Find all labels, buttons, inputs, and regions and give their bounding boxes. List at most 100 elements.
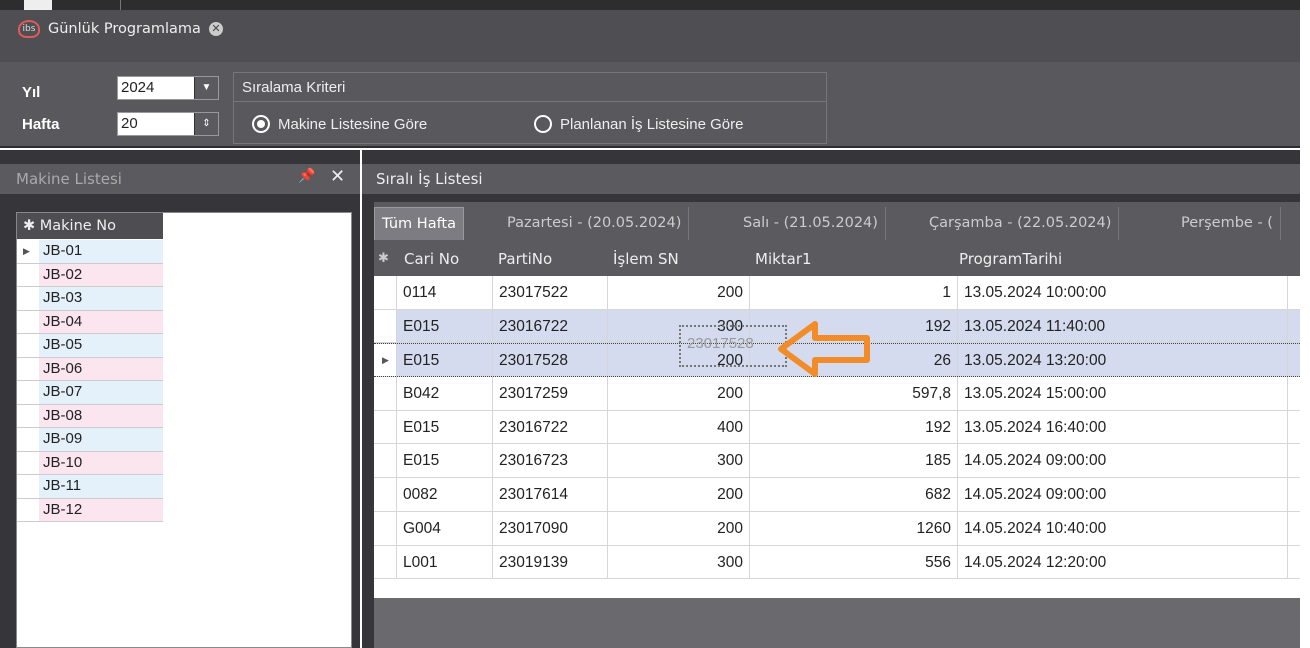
cell-parti[interactable]: 23016722 (492, 309, 607, 343)
machine-row[interactable]: JB-08 (17, 404, 163, 428)
table-row[interactable]: E015 23016722 400 192 13.05.2024 16:40:00 (374, 410, 1300, 445)
cell-cari[interactable]: 0082 (396, 478, 492, 511)
table-row[interactable]: G004 23017090 200 1260 14.05.2024 10:40:00 (374, 511, 1300, 546)
machine-no-cell[interactable]: JB-10 (39, 451, 163, 474)
cell-cari[interactable]: E015 (396, 309, 492, 343)
cell-islem[interactable]: 200 (607, 511, 749, 545)
tab-monday[interactable]: Pazartesi - (20.05.2024) (500, 207, 690, 240)
machine-no-cell[interactable]: JB-07 (39, 381, 163, 404)
cell-parti[interactable]: 23019139 (492, 545, 607, 579)
cell-miktar[interactable]: 1 (749, 276, 957, 309)
machine-row[interactable]: JB-04 (17, 310, 163, 334)
cell-miktar[interactable]: 1260 (749, 511, 957, 545)
close-icon[interactable]: ✕ (208, 22, 223, 36)
cell-cari[interactable]: G004 (396, 511, 492, 545)
cell-islem[interactable]: 200 (607, 276, 749, 309)
week-spinner[interactable]: 20 ⇕ (117, 112, 219, 136)
cell-parti[interactable]: 23017259 (492, 377, 607, 410)
col-parti-no[interactable]: PartiNo (498, 250, 552, 268)
table-row[interactable]: 0082 23017614 200 682 14.05.2024 09:00:00 (374, 478, 1300, 512)
machine-no-cell[interactable]: JB-03 (39, 287, 163, 310)
radio-planned-jobs[interactable]: Planlanan İş Listesine Göre (534, 115, 743, 133)
cell-cari[interactable]: E015 (396, 344, 492, 377)
cell-islem[interactable]: 200 (607, 377, 749, 410)
cell-miktar[interactable]: 556 (749, 545, 957, 579)
machine-no-cell[interactable]: JB-09 (39, 428, 163, 451)
machine-no-cell[interactable]: JB-02 (39, 263, 163, 286)
cell-miktar[interactable]: 682 (749, 478, 957, 511)
machine-no-cell[interactable]: JB-05 (39, 334, 163, 357)
cell-tarih[interactable]: 14.05.2024 10:40:00 (957, 511, 1287, 545)
cell-parti[interactable]: 23017522 (492, 276, 607, 309)
machine-no-cell[interactable]: JB-04 (39, 310, 163, 333)
table-row[interactable]: B042 23017259 200 597,8 13.05.2024 15:00:00 (374, 377, 1300, 411)
table-row[interactable]: E015 23016723 300 185 14.05.2024 09:00:00 (374, 444, 1300, 479)
pin-icon[interactable]: 📌 (298, 168, 315, 184)
chevron-down-icon[interactable]: ▼ (194, 77, 218, 99)
cell-islem[interactable]: 300 (607, 444, 749, 478)
year-value: 2024 (121, 79, 155, 96)
cell-tarih[interactable]: 14.05.2024 09:00:00 (957, 444, 1287, 478)
cell-cari[interactable]: L001 (396, 545, 492, 579)
radio-selected-icon[interactable] (252, 115, 270, 133)
cell-islem[interactable]: 200 (607, 478, 749, 511)
cell-miktar[interactable]: 597,8 (749, 377, 957, 410)
cell-parti[interactable]: 23017090 (492, 511, 607, 545)
machine-no-cell[interactable]: JB-11 (39, 475, 163, 498)
cell-cari[interactable]: B042 (396, 377, 492, 410)
cell-tarih[interactable]: 14.05.2024 09:00:00 (957, 478, 1287, 511)
cell-cari[interactable]: E015 (396, 410, 492, 444)
row-indicator (374, 276, 396, 309)
col-cari-no[interactable]: Cari No (404, 250, 459, 268)
spin-updown-icon[interactable]: ⇕ (194, 113, 218, 135)
cell-tarih[interactable]: 13.05.2024 15:00:00 (957, 377, 1287, 410)
tab-thursday[interactable]: Perşembe - ( (1174, 207, 1281, 240)
tab-all-week[interactable]: Tüm Hafta (374, 207, 465, 240)
cell-islem[interactable]: 300 (607, 545, 749, 579)
machine-row[interactable]: JB-10 (17, 451, 163, 475)
machine-no-cell[interactable]: JB-08 (39, 404, 163, 427)
machine-row[interactable]: JB-11 (17, 475, 163, 499)
table-row[interactable]: 0114 23017522 200 1 13.05.2024 10:00:00 (374, 276, 1300, 310)
app-logo-icon[interactable] (24, 0, 52, 10)
machine-no-cell[interactable]: JB-12 (39, 498, 163, 521)
cell-parti[interactable]: 23016722 (492, 410, 607, 444)
close-panel-icon[interactable]: ✕ (330, 166, 345, 187)
cell-parti[interactable]: 23016723 (492, 444, 607, 478)
job-panel-title: Sıralı İş Listesi (376, 170, 483, 188)
tab-tuesday[interactable]: Salı - (21.05.2024) (736, 207, 886, 240)
machine-row[interactable]: JB-09 (17, 428, 163, 452)
col-miktar1[interactable]: Miktar1 (755, 250, 812, 268)
machine-no-cell[interactable]: JB-01 (39, 240, 163, 263)
machine-row[interactable]: JB-07 (17, 381, 163, 405)
cell-miktar[interactable]: 192 (749, 410, 957, 444)
cell-tarih[interactable]: 13.05.2024 16:40:00 (957, 410, 1287, 444)
machine-row[interactable]: JB-12 (17, 498, 163, 522)
cell-tarih[interactable]: 13.05.2024 11:40:00 (957, 309, 1287, 343)
col-program-tarihi[interactable]: ProgramTarihi (959, 250, 1062, 268)
cell-miktar[interactable]: 185 (749, 444, 957, 478)
cell-overflow (1287, 478, 1300, 511)
year-select[interactable]: 2024 ▼ (117, 76, 219, 100)
cell-tarih[interactable]: 13.05.2024 10:00:00 (957, 276, 1287, 309)
machine-row[interactable]: JB-06 (17, 357, 163, 381)
tab-wednesday[interactable]: Çarşamba - (22.05.2024) (922, 207, 1120, 240)
table-row[interactable]: L001 23019139 300 556 14.05.2024 12:20:00 (374, 545, 1300, 580)
cell-tarih[interactable]: 14.05.2024 12:20:00 (957, 545, 1287, 579)
machine-row[interactable]: ▶ JB-01 (17, 240, 163, 264)
cell-cari[interactable]: E015 (396, 444, 492, 478)
cell-tarih[interactable]: 13.05.2024 13:20:00 (957, 344, 1287, 377)
machine-row[interactable]: JB-03 (17, 287, 163, 311)
col-islem-sn[interactable]: İşlem SN (613, 250, 679, 268)
machine-no-cell[interactable]: JB-06 (39, 357, 163, 380)
doc-tab-gunluk-programlama[interactable]: ibs Günlük Programlama ✕ (8, 14, 233, 44)
machine-row[interactable]: JB-02 (17, 263, 163, 287)
cell-islem[interactable]: 400 (607, 410, 749, 444)
cell-parti[interactable]: 23017528 (492, 344, 607, 377)
cell-cari[interactable]: 0114 (396, 276, 492, 309)
cell-parti[interactable]: 23017614 (492, 478, 607, 511)
machine-row[interactable]: JB-05 (17, 334, 163, 358)
radio-unselected-icon[interactable] (534, 115, 552, 133)
radio-machine-list[interactable]: Makine Listesine Göre (252, 115, 427, 133)
machine-column-header[interactable]: ✱ Makine No (17, 213, 163, 239)
